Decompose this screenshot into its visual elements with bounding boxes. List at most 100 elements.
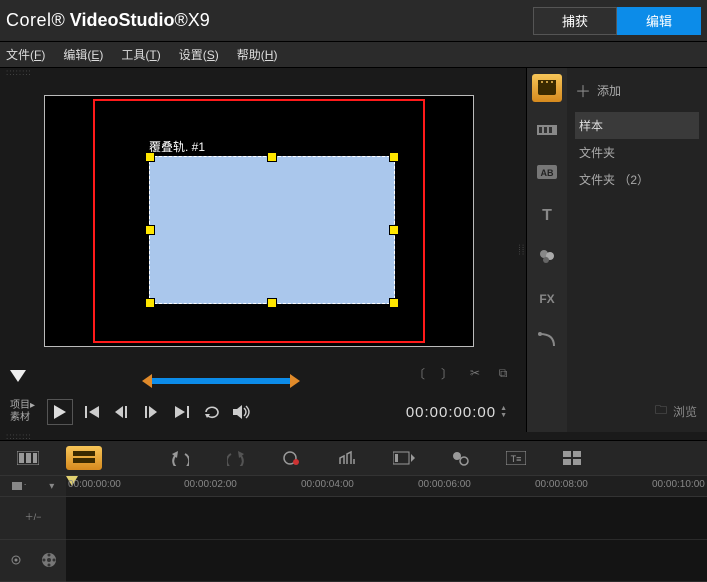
svg-text:T≡: T≡ xyxy=(511,454,522,464)
tick-0: 00:00:00:00 xyxy=(68,479,121,490)
resize-handle-ne[interactable] xyxy=(389,152,399,162)
title-bar: Corel® VideoStudio®X9 捕获 编辑 xyxy=(0,0,707,42)
brand-text: Corel xyxy=(6,10,52,30)
resize-handle-e[interactable] xyxy=(389,225,399,235)
next-frame-button[interactable] xyxy=(141,401,163,423)
graphic-category-icon[interactable] xyxy=(532,242,562,270)
timeline-view-button[interactable] xyxy=(66,446,102,470)
resize-handle-n[interactable] xyxy=(267,152,277,162)
playback-controls: 项目▸ 素材 00:00:00:00 ▲▼ xyxy=(0,392,518,432)
transition-category-icon[interactable]: AB xyxy=(532,158,562,186)
library-category-strip: AB T FX xyxy=(527,68,567,432)
undo-button[interactable] xyxy=(162,446,198,470)
pane-grip-vertical[interactable]: ::::: xyxy=(518,68,526,432)
tick-2: 00:00:04:00 xyxy=(301,479,354,490)
add-marker-icon[interactable]: + xyxy=(12,480,26,492)
pane-grip-top[interactable]: :::::::: xyxy=(0,68,518,76)
media-category-icon[interactable] xyxy=(532,74,562,102)
tick-3: 00:00:06:00 xyxy=(418,479,471,490)
browse-label: 浏览 xyxy=(673,403,697,420)
pane-grip-timeline[interactable]: :::::::: xyxy=(0,432,707,440)
ruler-gutter: + ▾ xyxy=(0,476,66,496)
chapter-icon[interactable]: ▾ xyxy=(49,481,54,492)
overlay-track-label: 覆叠轨. #1 xyxy=(149,138,205,155)
plus-minus-icon[interactable]: ＋/− xyxy=(25,513,42,522)
auto-music-button[interactable] xyxy=(386,446,422,470)
add-folder-button[interactable]: ＋ 添加 xyxy=(575,74,699,112)
preview-pane: :::::::: 覆叠轨. #1 〔 〕 ✂ xyxy=(0,68,518,432)
add-label: 添加 xyxy=(597,82,621,99)
audio-mixer-button[interactable] xyxy=(330,446,366,470)
tab-edit[interactable]: 编辑 xyxy=(617,7,701,35)
path-category-icon[interactable] xyxy=(532,326,562,354)
play-button[interactable] xyxy=(47,399,73,425)
timeline-ruler[interactable]: + ▾ 00:00:00:00 00:00:02:00 00:00:04:00 … xyxy=(0,475,707,497)
preview-canvas[interactable]: 覆叠轨. #1 xyxy=(44,95,474,347)
tick-1: 00:00:02:00 xyxy=(184,479,237,490)
repeat-button[interactable] xyxy=(201,401,223,423)
mode-tabs: 捕获 编辑 xyxy=(533,7,701,35)
menu-bar: 文件(F) 编辑(E) 工具(T) 设置(S) 帮助(H) xyxy=(0,42,707,68)
timeline-panel: T≡ + ▾ 00:00:00:00 00:00:02:00 00:00:04:… xyxy=(0,440,707,582)
resize-handle-s[interactable] xyxy=(267,298,277,308)
track-lanes[interactable] xyxy=(66,497,707,582)
version-text: X9 xyxy=(188,10,210,30)
resize-handle-nw[interactable] xyxy=(145,152,155,162)
timecode-display[interactable]: 00:00:00:00 ▲▼ xyxy=(406,404,508,421)
track-visibility-icon[interactable] xyxy=(9,554,23,566)
app-logo: Corel® VideoStudio®X9 xyxy=(6,10,210,31)
redo-button[interactable] xyxy=(218,446,254,470)
mode-project-label[interactable]: 项目▸ xyxy=(10,400,35,412)
resize-handle-se[interactable] xyxy=(389,298,399,308)
tab-capture[interactable]: 捕获 xyxy=(533,7,617,35)
multicam-button[interactable] xyxy=(554,446,590,470)
tick-5: 00:00:10:00 xyxy=(652,479,705,490)
library-item-sample[interactable]: 样本 xyxy=(575,112,699,139)
storyboard-view-button[interactable] xyxy=(10,446,46,470)
folder-icon: 🗀 xyxy=(655,401,667,422)
title-category-icon[interactable]: T xyxy=(532,200,562,228)
overlay-track-header[interactable] xyxy=(0,540,66,582)
video-track-lane[interactable] xyxy=(66,497,707,540)
library-panel: AB T FX ＋ 添加 样本 文件夹 文件夹 （2） 🗀 浏览 xyxy=(526,68,707,432)
overlay-track-lane[interactable] xyxy=(66,540,707,582)
prev-frame-button[interactable] xyxy=(111,401,133,423)
menu-tools[interactable]: 工具(T) xyxy=(121,46,160,63)
browse-button[interactable]: 🗀 浏览 xyxy=(655,401,697,422)
overlay-clip[interactable] xyxy=(149,156,395,304)
timeline-tracks: ＋/− xyxy=(0,497,707,582)
svg-text:AB: AB xyxy=(541,168,554,178)
go-end-button[interactable] xyxy=(171,401,193,423)
resize-handle-w[interactable] xyxy=(145,225,155,235)
svg-text:+: + xyxy=(24,480,26,489)
library-item-folder-2[interactable]: 文件夹 （2） xyxy=(575,166,699,193)
library-item-folder[interactable]: 文件夹 xyxy=(575,139,699,166)
svg-text:FX: FX xyxy=(539,292,554,305)
video-track-header[interactable]: ＋/− xyxy=(0,497,66,540)
volume-button[interactable] xyxy=(231,401,253,423)
timeline-toolbar: T≡ xyxy=(0,441,707,475)
subtitle-button[interactable]: T≡ xyxy=(498,446,534,470)
timecode-value: 00:00:00:00 xyxy=(406,404,496,421)
go-start-button[interactable] xyxy=(81,401,103,423)
reel-icon xyxy=(41,552,57,568)
motion-track-button[interactable] xyxy=(442,446,478,470)
menu-help[interactable]: 帮助(H) xyxy=(237,46,278,63)
scrub-bar[interactable] xyxy=(10,370,508,392)
product-text: VideoStudio xyxy=(70,10,175,30)
record-button[interactable] xyxy=(274,446,310,470)
library-folder-list: ＋ 添加 样本 文件夹 文件夹 （2） xyxy=(567,68,707,432)
timecode-spinner[interactable]: ▲▼ xyxy=(500,405,508,419)
menu-edit[interactable]: 编辑(E) xyxy=(63,46,103,63)
tick-4: 00:00:08:00 xyxy=(535,479,588,490)
mode-clip-label[interactable]: 素材 xyxy=(10,412,35,424)
menu-settings[interactable]: 设置(S) xyxy=(179,46,219,63)
filter-category-icon[interactable]: FX xyxy=(532,284,562,312)
menu-file[interactable]: 文件(F) xyxy=(6,46,45,63)
svg-text:T: T xyxy=(542,207,552,222)
instant-project-icon[interactable] xyxy=(532,116,562,144)
scrub-playhead[interactable] xyxy=(10,370,26,382)
trim-range[interactable] xyxy=(150,378,292,384)
resize-handle-sw[interactable] xyxy=(145,298,155,308)
plus-icon: ＋ xyxy=(575,78,591,102)
